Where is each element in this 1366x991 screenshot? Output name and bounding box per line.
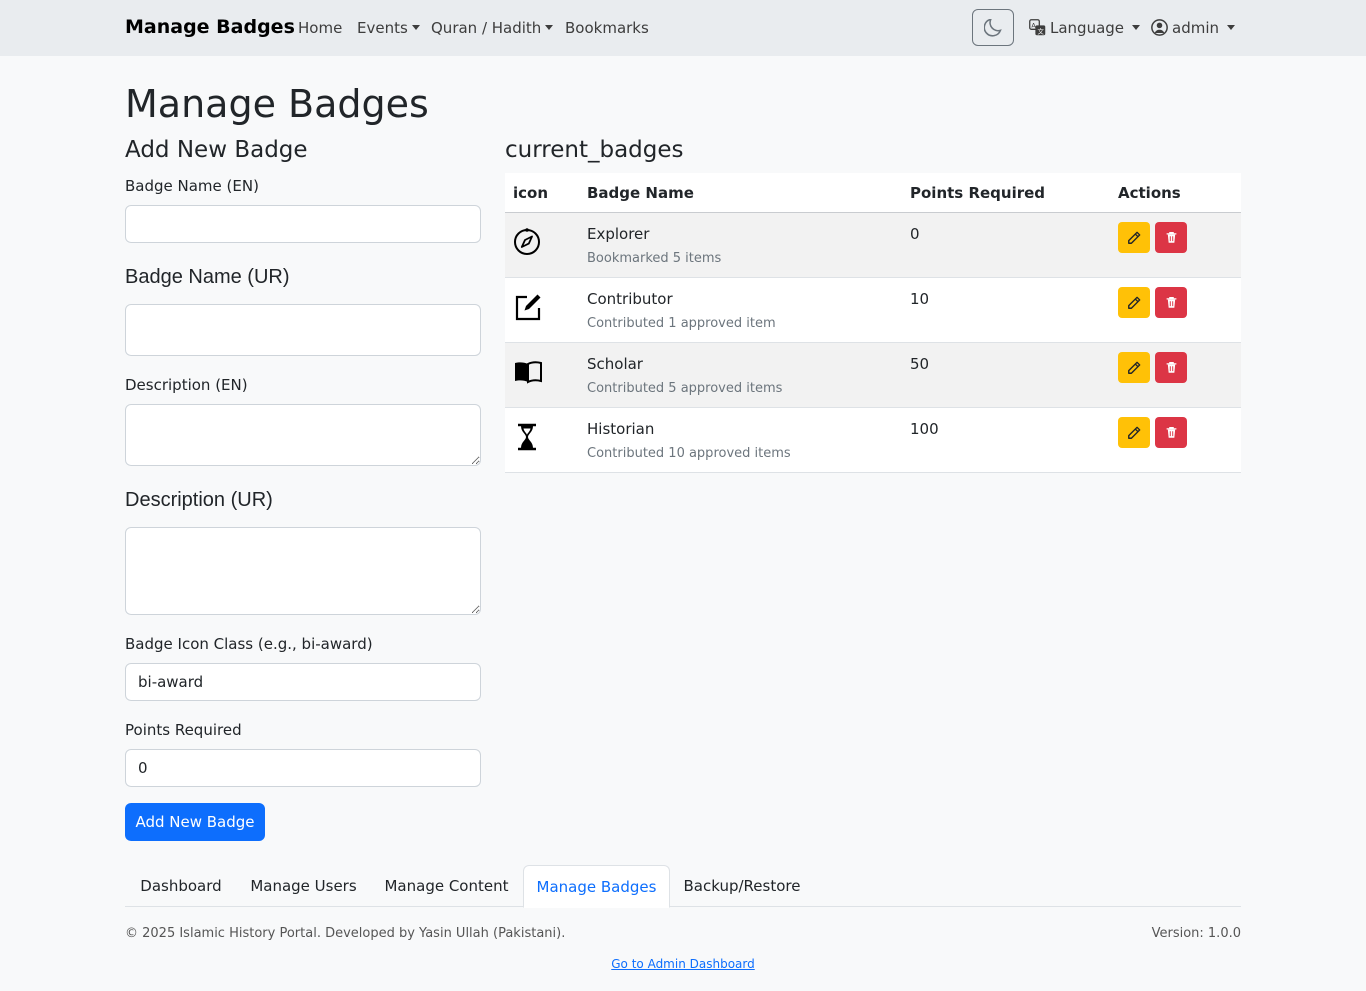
- badge-icon-class-input[interactable]: [125, 663, 481, 701]
- edit-button[interactable]: [1118, 417, 1150, 448]
- trash-icon: [1166, 361, 1176, 373]
- hourglass-icon: [518, 423, 536, 451]
- nav-quran-hadith-label: Quran / Hadith: [431, 19, 542, 37]
- nav-bookmarks[interactable]: Bookmarks: [565, 19, 649, 37]
- badge-description: Contributed 5 approved items: [587, 381, 783, 396]
- theme-toggle-button[interactable]: [972, 9, 1014, 46]
- table-row: Contributor Contributed 1 approved item …: [505, 278, 1241, 343]
- moon-icon: [984, 18, 1002, 37]
- footer-copyright: © 2025 Islamic History Portal. Developed…: [125, 926, 566, 941]
- edit-button[interactable]: [1118, 222, 1150, 253]
- admin-dashboard-link-text[interactable]: Go to Admin Dashboard: [611, 957, 754, 971]
- admin-tabs: Dashboard Manage Users Manage Content Ma…: [125, 865, 1241, 908]
- header-badge-name: Badge Name: [587, 184, 694, 202]
- pencil-icon: [1128, 361, 1141, 374]
- badge-description: Contributed 1 approved item: [587, 316, 776, 331]
- points-required-input[interactable]: [125, 749, 481, 787]
- navbar: Manage Badges Home Events Quran / Hadith…: [0, 0, 1366, 56]
- tab-manage-users[interactable]: Manage Users: [237, 865, 370, 907]
- edit-button[interactable]: [1118, 287, 1150, 318]
- badges-table: icon Badge Name Points Required Actions …: [505, 173, 1241, 473]
- trash-icon: [1166, 296, 1176, 308]
- description-en-label: Description (EN): [125, 376, 248, 394]
- description-ur-label: Description (UR): [125, 489, 273, 511]
- svg-text:文: 文: [1038, 26, 1045, 35]
- pencil-icon: [1128, 231, 1141, 244]
- user-circle-icon: [1151, 19, 1168, 36]
- header-icon: icon: [513, 184, 549, 202]
- tab-backup-restore[interactable]: Backup/Restore: [670, 865, 814, 907]
- user-dropdown[interactable]: admin: [1151, 19, 1235, 37]
- pencil-square-icon: [515, 294, 541, 321]
- badge-name: Explorer: [587, 225, 650, 243]
- form-heading: Add New Badge: [125, 137, 308, 163]
- translate-icon: A文: [1029, 19, 1046, 35]
- language-dropdown[interactable]: A 文 Language: [1029, 19, 1141, 37]
- description-en-textarea[interactable]: [125, 404, 481, 466]
- delete-button[interactable]: [1155, 352, 1187, 383]
- badge-name-ur-input[interactable]: [125, 304, 481, 356]
- badge-name-en-label: Badge Name (EN): [125, 177, 259, 195]
- delete-button[interactable]: [1155, 417, 1187, 448]
- nav-events[interactable]: Events: [357, 19, 420, 37]
- add-new-badge-button[interactable]: Add New Badge: [125, 803, 265, 841]
- tab-manage-badges[interactable]: Manage Badges: [523, 865, 670, 908]
- badge-points: 50: [910, 355, 930, 373]
- trash-icon: [1166, 426, 1176, 438]
- table-row: Scholar Contributed 5 approved items 50: [505, 343, 1241, 408]
- badge-description: Contributed 10 approved items: [587, 446, 791, 461]
- points-required-label: Points Required: [125, 721, 242, 739]
- tab-manage-content[interactable]: Manage Content: [370, 865, 523, 907]
- tab-dashboard[interactable]: Dashboard: [125, 865, 237, 907]
- badge-points: 0: [910, 225, 920, 243]
- badge-name-en-input[interactable]: [125, 205, 481, 243]
- header-points-required: Points Required: [910, 184, 1046, 202]
- nav-events-label: Events: [357, 19, 408, 37]
- caret-down-icon: [411, 25, 420, 30]
- navbar-brand[interactable]: Manage Badges: [125, 16, 295, 38]
- edit-button[interactable]: [1118, 352, 1150, 383]
- admin-dashboard-link: Go to Admin Dashboard: [0, 957, 1366, 971]
- page-title: Manage Badges: [125, 82, 429, 126]
- pencil-icon: [1128, 426, 1141, 439]
- trash-icon: [1166, 231, 1176, 243]
- footer-version: Version: 1.0.0: [1151, 926, 1241, 941]
- badge-name-ur-label: Badge Name (UR): [125, 266, 290, 288]
- table-row: Explorer Bookmarked 5 items 0: [505, 213, 1241, 278]
- header-actions: Actions: [1118, 184, 1181, 202]
- badge-name: Historian: [587, 420, 655, 438]
- caret-down-icon: [1132, 25, 1141, 30]
- badge-description: Bookmarked 5 items: [587, 251, 722, 266]
- badge-icon-class-label: Badge Icon Class (e.g., bi-award): [125, 635, 373, 653]
- delete-button[interactable]: [1155, 287, 1187, 318]
- current-badges-heading: current_badges: [505, 137, 684, 163]
- delete-button[interactable]: [1155, 222, 1187, 253]
- badge-name: Contributor: [587, 290, 673, 308]
- badge-name: Scholar: [587, 355, 643, 373]
- svg-text:A: A: [1031, 21, 1036, 29]
- description-ur-textarea[interactable]: [125, 527, 481, 615]
- badge-points: 10: [910, 290, 930, 308]
- badge-points: 100: [910, 420, 939, 438]
- pencil-icon: [1128, 296, 1141, 309]
- table-row: Historian Contributed 10 approved items …: [505, 408, 1241, 473]
- table-header: icon Badge Name Points Required Actions: [505, 173, 1241, 213]
- user-label: admin: [1172, 19, 1219, 37]
- caret-down-icon: [545, 25, 554, 30]
- compass-icon: [514, 228, 540, 255]
- caret-down-icon: [1227, 25, 1235, 30]
- language-label: Language: [1050, 19, 1125, 37]
- nav-home[interactable]: Home: [298, 19, 342, 37]
- book-icon: [515, 361, 542, 384]
- nav-quran-hadith[interactable]: Quran / Hadith: [431, 19, 554, 37]
